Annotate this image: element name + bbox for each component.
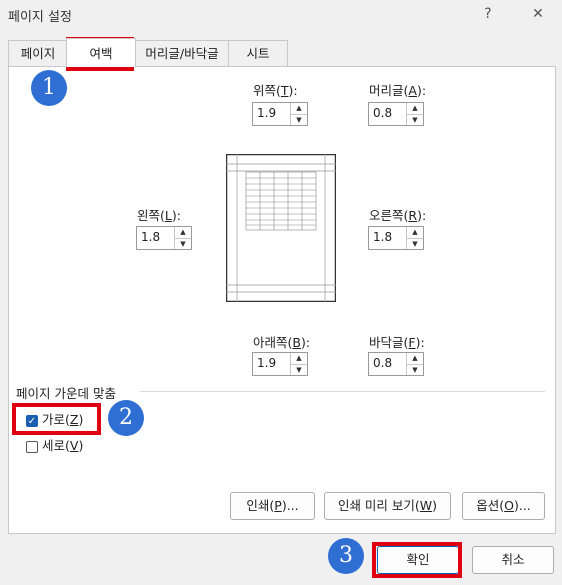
spin-down-icon[interactable]: ▼ (407, 113, 423, 126)
spin-down-icon[interactable]: ▼ (175, 237, 191, 250)
header-margin-value[interactable]: 0.8 (369, 103, 406, 125)
left-margin-spinner[interactable]: 1.8 ▲ ▼ (136, 226, 192, 250)
footer-margin-value[interactable]: 0.8 (369, 353, 406, 375)
bottom-margin-label: 아래쪽(B): (253, 335, 311, 350)
spin-up-icon[interactable]: ▲ (407, 353, 423, 364)
spin-down-icon[interactable]: ▼ (291, 363, 307, 376)
help-button[interactable]: ? (478, 6, 498, 22)
bottom-margin-spinner[interactable]: 1.9 ▲ ▼ (252, 352, 308, 376)
top-margin-spinner[interactable]: 1.9 ▲ ▼ (252, 102, 308, 126)
spin-down-icon[interactable]: ▼ (407, 237, 423, 250)
header-margin-spinner[interactable]: 0.8 ▲ ▼ (368, 102, 424, 126)
spin-up-icon[interactable]: ▲ (291, 103, 307, 114)
top-margin-value[interactable]: 1.9 (253, 103, 290, 125)
dialog-title: 페이지 설정 (8, 10, 72, 25)
center-group-label: 페이지 가운데 맞춤 (16, 386, 116, 401)
step-badge-2: 2 (108, 400, 144, 436)
print-button[interactable]: 인쇄(P)... (230, 492, 315, 520)
right-margin-label: 오른쪽(R): (369, 208, 427, 223)
spin-down-icon[interactable]: ▼ (291, 113, 307, 126)
spin-up-icon[interactable]: ▲ (291, 353, 307, 364)
spin-up-icon[interactable]: ▲ (175, 227, 191, 238)
options-button[interactable]: 옵션(O)... (462, 492, 545, 520)
top-margin-label: 위쪽(T): (253, 83, 298, 98)
group-divider (140, 391, 545, 392)
footer-margin-spinner[interactable]: 0.8 ▲ ▼ (368, 352, 424, 376)
tab-sheet[interactable]: 시트 (228, 40, 288, 66)
cancel-button[interactable]: 취소 (472, 546, 554, 574)
tab-margins[interactable]: 여백 (66, 38, 136, 67)
step-badge-1: 1 (31, 70, 67, 106)
header-margin-label: 머리글(A): (369, 83, 427, 98)
tab-page[interactable]: 페이지 (8, 40, 68, 66)
footer-margin-label: 바닥글(F): (369, 335, 425, 350)
spin-up-icon[interactable]: ▲ (407, 103, 423, 114)
spin-up-icon[interactable]: ▲ (407, 227, 423, 238)
page-preview (226, 154, 336, 302)
right-margin-value[interactable]: 1.8 (369, 227, 406, 249)
close-icon[interactable]: ✕ (528, 6, 548, 22)
checkbox-icon[interactable] (26, 440, 38, 453)
center-vertical-option[interactable]: 세로(V) (26, 435, 83, 454)
left-margin-label: 왼쪽(L): (137, 208, 181, 223)
highlight-box-center (12, 403, 101, 435)
tab-header-footer[interactable]: 머리글/바닥글 (134, 40, 230, 66)
print-preview-button[interactable]: 인쇄 미리 보기(W) (324, 492, 451, 520)
left-margin-value[interactable]: 1.8 (137, 227, 174, 249)
right-margin-spinner[interactable]: 1.8 ▲ ▼ (368, 226, 424, 250)
spin-down-icon[interactable]: ▼ (407, 363, 423, 376)
step-badge-3: 3 (328, 538, 364, 574)
highlight-box-ok (372, 542, 462, 578)
bottom-margin-value[interactable]: 1.9 (253, 353, 290, 375)
